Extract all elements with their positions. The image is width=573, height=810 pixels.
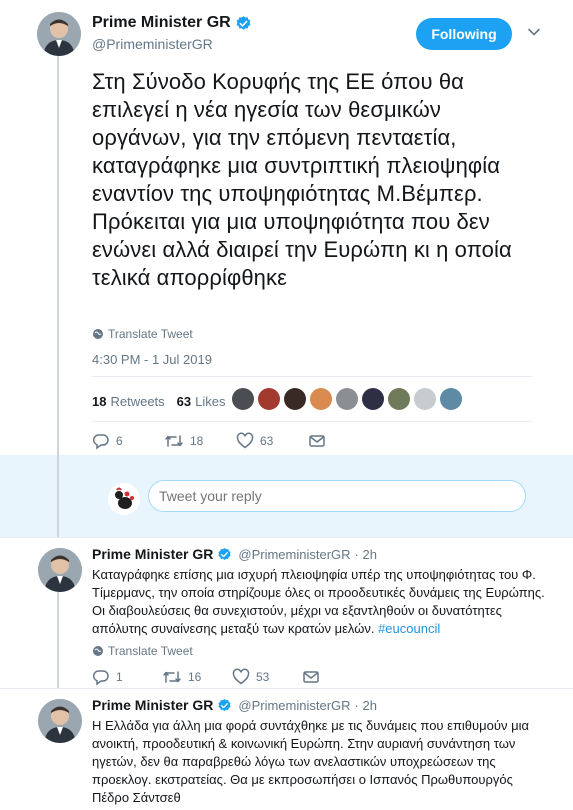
retweets-label: Retweets (110, 393, 165, 409)
translate-label: Translate Tweet (108, 644, 193, 658)
direct-message-button[interactable] (302, 668, 374, 686)
liker-avatar[interactable] (440, 388, 462, 410)
thread-reply[interactable]: Prime Minister GR @PrimeministerGR · 2h … (0, 689, 573, 810)
translate-tweet-link[interactable]: Translate Tweet (92, 327, 193, 341)
globe-icon (93, 646, 103, 656)
likes-label: Likes (195, 393, 226, 409)
translate-tweet-link[interactable]: Translate Tweet (92, 644, 193, 658)
liker-avatar[interactable] (414, 388, 436, 410)
retweet-icon (163, 671, 181, 683)
tweet-actions: 6 18 63 (92, 432, 380, 450)
retweet-button[interactable]: 16 (162, 668, 232, 686)
divider (92, 376, 532, 377)
retweets-count: 18 (92, 393, 107, 409)
reply-body: Καταγράφηκε επίσης μια ισχυρή πλειοψηφία… (92, 567, 545, 636)
reply-button[interactable]: 6 (92, 432, 164, 450)
reply-button[interactable]: 1 (92, 668, 162, 686)
reply-count: 1 (116, 670, 123, 684)
author-handle[interactable]: @PrimeministerGR (92, 36, 213, 52)
following-button[interactable]: Following (416, 18, 512, 50)
translate-label: Translate Tweet (108, 327, 193, 341)
liker-avatar[interactable] (258, 388, 280, 410)
author-handle[interactable]: @PrimeministerGR (238, 547, 350, 562)
avatar[interactable] (38, 548, 82, 592)
reply-text: Καταγράφηκε επίσης μια ισχυρή πλειοψηφία… (92, 566, 552, 638)
author-name[interactable]: Prime Minister GR (92, 546, 213, 562)
thread-line (57, 455, 59, 537)
author-name[interactable]: Prime Minister GR (92, 14, 231, 32)
author-handle[interactable]: @PrimeministerGR (238, 698, 350, 713)
tweet-timestamp[interactable]: 4:30 PM - 1 Jul 2019 (92, 352, 212, 367)
thread-line (57, 584, 59, 688)
chevron-down-icon[interactable] (527, 25, 541, 39)
retweet-count: 18 (190, 434, 204, 448)
reply-icon (92, 434, 109, 450)
retweets-stat[interactable]: 18 Retweets (92, 394, 165, 409)
liker-avatar[interactable] (362, 388, 384, 410)
tweet-text: Στη Σύνοδο Κορυφής της ΕΕ όπου θα επιλεγ… (92, 69, 512, 290)
liker-avatar[interactable] (388, 388, 410, 410)
tweet-actions: 1 16 53 (92, 668, 374, 686)
verified-badge-icon (217, 698, 232, 713)
avatar[interactable] (37, 12, 81, 56)
direct-message-button[interactable] (308, 432, 380, 450)
heart-icon (236, 432, 254, 449)
envelope-icon (303, 671, 319, 683)
heart-icon (232, 668, 250, 685)
tweet-time[interactable]: · 2h (355, 547, 377, 562)
reply-icon (92, 670, 109, 686)
tweet-time[interactable]: · 2h (355, 698, 377, 713)
like-button[interactable]: 53 (232, 668, 302, 686)
retweet-icon (165, 435, 183, 447)
reply-text: Η Ελλάδα για άλλη μια φορά συντάχθηκε με… (92, 718, 529, 805)
reply-input[interactable] (148, 480, 526, 512)
likes-count: 63 (176, 393, 192, 409)
user-avatar[interactable] (108, 483, 140, 515)
likes-stat[interactable]: 63 Likes (177, 394, 226, 409)
author-row: Prime Minister GR (92, 14, 252, 32)
globe-icon (93, 329, 103, 339)
author-name[interactable]: Prime Minister GR (92, 697, 213, 713)
verified-badge-icon (235, 15, 252, 32)
retweet-button[interactable]: 18 (164, 432, 236, 450)
main-tweet: Prime Minister GR @PrimeministerGR Follo… (0, 0, 573, 455)
like-count: 63 (260, 434, 274, 448)
avatar[interactable] (38, 699, 82, 743)
like-button[interactable]: 63 (236, 432, 308, 450)
liker-avatar[interactable] (232, 388, 254, 410)
thread-reply[interactable]: Prime Minister GR @PrimeministerGR · 2h … (0, 538, 573, 688)
liker-avatar[interactable] (336, 388, 358, 410)
verified-badge-icon (217, 547, 232, 562)
divider (92, 421, 532, 422)
author-row: Prime Minister GR @PrimeministerGR · 2h (92, 546, 377, 562)
envelope-icon (309, 435, 325, 447)
retweet-count: 16 (188, 670, 202, 684)
liker-avatar[interactable] (310, 388, 332, 410)
reply-count: 6 (116, 434, 123, 448)
like-count: 53 (256, 670, 270, 684)
liker-avatars (232, 388, 466, 410)
hashtag-link[interactable]: #eucouncil (378, 621, 440, 636)
liker-avatar[interactable] (284, 388, 306, 410)
author-row: Prime Minister GR @PrimeministerGR · 2h (92, 697, 377, 713)
